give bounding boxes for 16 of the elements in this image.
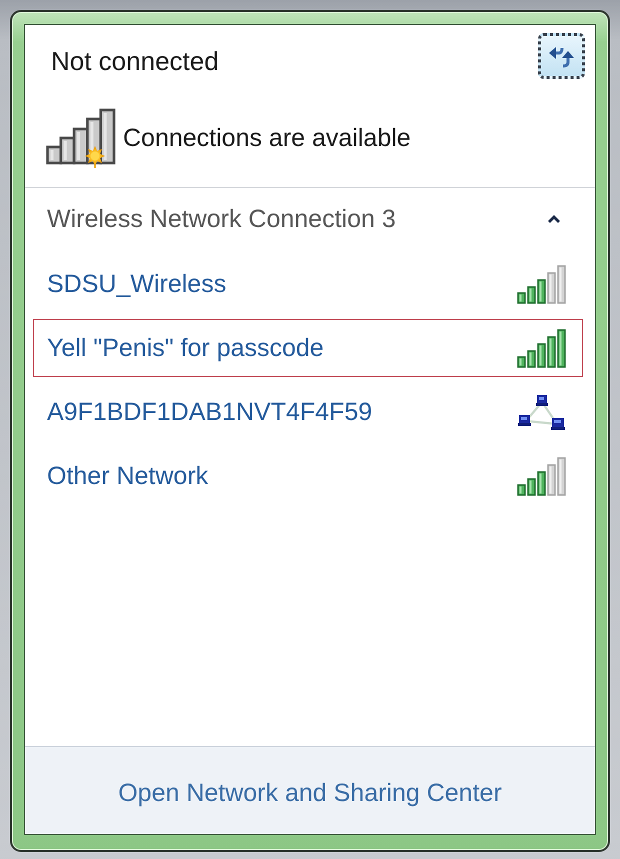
network-computers-icon [517,394,566,430]
refresh-button[interactable] [538,33,585,79]
status-title: Not connected [51,46,219,76]
signal-bars-icon [517,328,566,368]
signal-bars-icon [517,264,566,304]
chevron-up-icon[interactable] [547,214,561,224]
signal-bars-sun-icon [46,107,116,169]
status-message: Connections are available [123,123,411,153]
network-item[interactable]: SDSU_Wireless [33,255,583,313]
arrows-icon [548,44,575,68]
connection-group-title: Wireless Network Connection 3 [47,204,396,234]
network-item[interactable]: Other Network [33,447,583,505]
signal-bars-icon [517,456,566,496]
network-item[interactable]: Yell "Penis" for passcode [33,319,583,377]
sharing-center-link[interactable]: Open Network and Sharing Center [118,778,502,808]
network-item[interactable]: A9F1BDF1DAB1NVT4F4F59 [33,383,583,441]
